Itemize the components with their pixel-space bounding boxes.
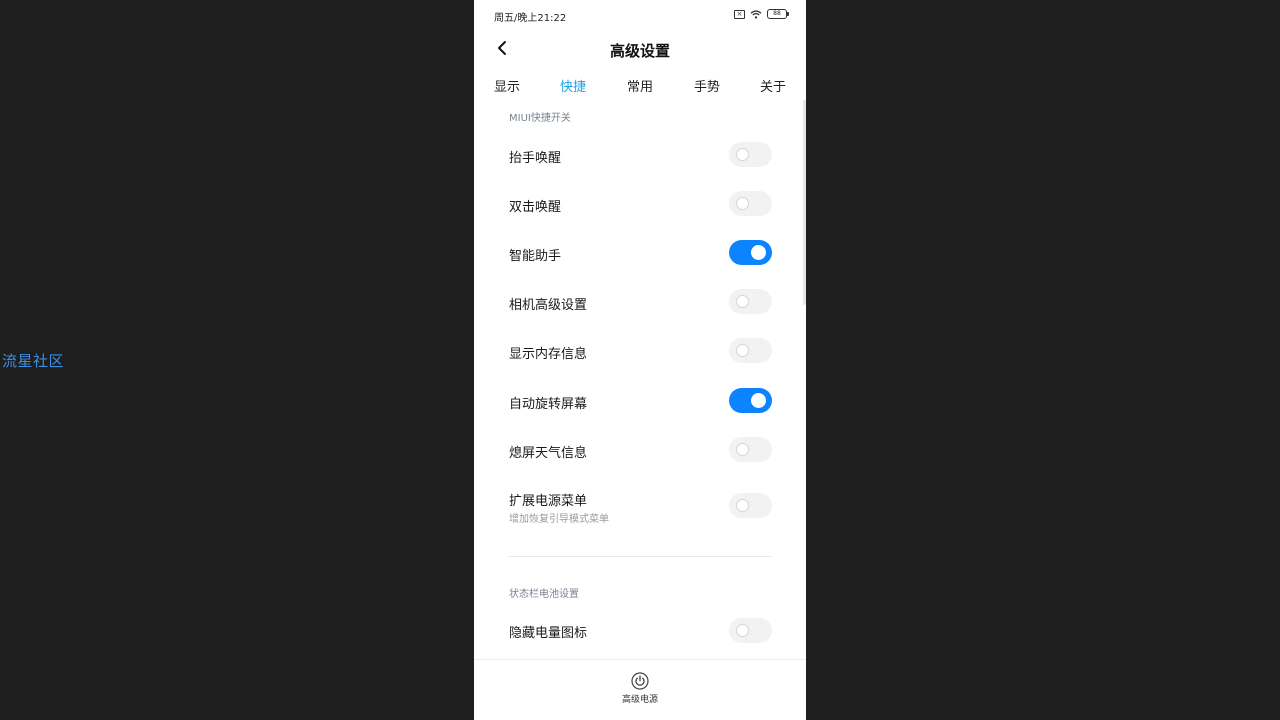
setting-label: 智能助手 <box>509 249 562 264</box>
setting-row-extended-power-menu[interactable]: 扩展电源菜单 增加恢复引导模式菜单 <box>474 486 806 532</box>
tab-bar: 显示 快捷 常用 手势 关于 <box>474 76 806 98</box>
section-title-miui-shortcuts: MIUI快捷开关 <box>509 113 571 124</box>
setting-label: 自动旋转屏幕 <box>509 397 588 412</box>
status-icons: × 88 <box>734 9 789 19</box>
setting-label: 隐藏电量图标 <box>509 626 588 641</box>
setting-label: 显示内存信息 <box>509 347 588 362</box>
header: 高级设置 <box>474 30 806 70</box>
status-bar: 周五/晚上21:22 × 88 <box>474 0 806 30</box>
toggle-switch[interactable] <box>729 289 772 314</box>
setting-row-double-tap-wake[interactable]: 双击唤醒 <box>474 184 806 224</box>
setting-label: 双击唤醒 <box>509 200 562 215</box>
battery-icon: 88 <box>767 9 789 19</box>
section-divider <box>509 556 772 557</box>
toggle-switch[interactable] <box>729 142 772 167</box>
setting-label: 相机高级设置 <box>509 298 588 313</box>
setting-row-raise-to-wake[interactable]: 抬手唤醒 <box>474 135 806 175</box>
tab-gestures[interactable]: 手势 <box>694 76 720 95</box>
page-title: 高级设置 <box>609 42 670 60</box>
setting-row-auto-rotate[interactable]: 自动旋转屏幕 <box>474 381 806 421</box>
toggle-switch[interactable] <box>729 493 772 518</box>
setting-label: 扩展电源菜单 <box>509 494 588 509</box>
toggle-switch[interactable] <box>729 240 772 265</box>
setting-row-show-memory[interactable]: 显示内存信息 <box>474 331 806 371</box>
toggle-switch[interactable] <box>729 388 772 413</box>
sim-x-icon: × <box>734 9 745 19</box>
toggle-switch[interactable] <box>729 191 772 216</box>
tab-display[interactable]: 显示 <box>494 76 520 95</box>
power-icon <box>610 672 670 690</box>
phone-screen: 周五/晚上21:22 × 88 高级设置 显示 快捷 常用 手势 关于 MIUI… <box>474 0 806 720</box>
watermark-text: 流星社区 <box>2 352 65 370</box>
tab-shortcuts[interactable]: 快捷 <box>560 76 586 95</box>
wifi-icon <box>750 9 762 19</box>
setting-label: 抬手唤醒 <box>509 151 562 166</box>
setting-row-camera-advanced[interactable]: 相机高级设置 <box>474 282 806 322</box>
toggle-switch[interactable] <box>729 618 772 643</box>
status-time: 周五/晚上21:22 <box>494 13 567 24</box>
section-title-statusbar-battery: 状态栏电池设置 <box>509 589 579 600</box>
toggle-switch[interactable] <box>729 437 772 462</box>
tab-common[interactable]: 常用 <box>627 76 653 95</box>
tab-about[interactable]: 关于 <box>760 76 786 95</box>
setting-row-hide-battery-icon[interactable]: 隐藏电量图标 <box>474 610 806 650</box>
bottom-button-label: 高级电源 <box>621 695 658 705</box>
bottom-bar: 高级电源 <box>474 659 806 720</box>
toggle-switch[interactable] <box>729 338 772 363</box>
setting-row-aod-weather[interactable]: 熄屏天气信息 <box>474 430 806 470</box>
setting-label: 熄屏天气信息 <box>509 446 588 461</box>
setting-row-smart-assistant[interactable]: 智能助手 <box>474 233 806 273</box>
setting-sublabel: 增加恢复引导模式菜单 <box>509 514 609 525</box>
advanced-power-button[interactable]: 高级电源 <box>610 672 670 705</box>
